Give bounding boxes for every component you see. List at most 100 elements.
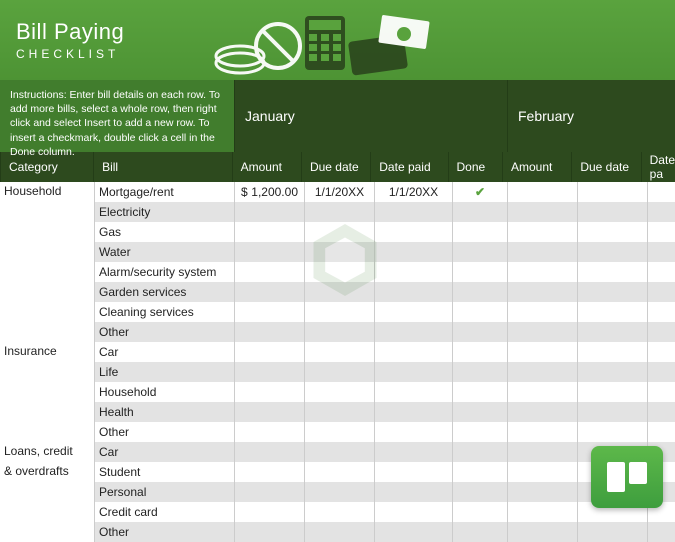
cell-done[interactable]: [452, 342, 507, 362]
cell-due-date-2[interactable]: [577, 242, 647, 262]
cell-done[interactable]: [452, 242, 507, 262]
cell-due-date-2[interactable]: [577, 422, 647, 442]
cell-date-paid-2[interactable]: [647, 262, 675, 282]
cell-amount-2[interactable]: [507, 462, 577, 482]
cell-done[interactable]: [452, 382, 507, 402]
cell-done[interactable]: [452, 522, 507, 542]
cell-amount-2[interactable]: [507, 402, 577, 422]
cell-amount[interactable]: [234, 502, 304, 522]
cell-done[interactable]: [452, 462, 507, 482]
cell-bill[interactable]: Health: [94, 402, 234, 422]
cell-done[interactable]: [452, 402, 507, 422]
cell-date-paid[interactable]: [374, 422, 452, 442]
cell-date-paid[interactable]: 1/1/20XX: [374, 182, 452, 202]
cell-amount[interactable]: [234, 202, 304, 222]
cell-date-paid-2[interactable]: [647, 182, 675, 202]
cell-amount-2[interactable]: [507, 182, 577, 202]
cell-category[interactable]: [0, 262, 94, 282]
cell-category[interactable]: [0, 222, 94, 242]
cell-amount[interactable]: [234, 342, 304, 362]
table-row[interactable]: Other: [0, 522, 675, 542]
cell-date-paid[interactable]: [374, 302, 452, 322]
cell-due-date-2[interactable]: [577, 302, 647, 322]
table-row[interactable]: Credit card: [0, 502, 675, 522]
cell-category[interactable]: Household: [0, 182, 94, 202]
cell-date-paid-2[interactable]: [647, 242, 675, 262]
table-row[interactable]: Life: [0, 362, 675, 382]
cell-category[interactable]: [0, 322, 94, 342]
cell-done[interactable]: [452, 502, 507, 522]
cell-category[interactable]: [0, 402, 94, 422]
cell-bill[interactable]: Gas: [94, 222, 234, 242]
cell-category[interactable]: [0, 502, 94, 522]
cell-due-date[interactable]: [304, 462, 374, 482]
cell-amount-2[interactable]: [507, 242, 577, 262]
cell-amount-2[interactable]: [507, 342, 577, 362]
cell-done[interactable]: [452, 222, 507, 242]
cell-category[interactable]: [0, 242, 94, 262]
cell-done[interactable]: [452, 262, 507, 282]
table-row[interactable]: Other: [0, 422, 675, 442]
cell-bill[interactable]: Other: [94, 422, 234, 442]
cell-amount[interactable]: [234, 422, 304, 442]
cell-category[interactable]: [0, 422, 94, 442]
cell-date-paid[interactable]: [374, 482, 452, 502]
cell-amount-2[interactable]: [507, 262, 577, 282]
cell-done[interactable]: [452, 202, 507, 222]
cell-bill[interactable]: Student: [94, 462, 234, 482]
cell-date-paid-2[interactable]: [647, 422, 675, 442]
table-row[interactable]: InsuranceCar: [0, 342, 675, 362]
cell-bill[interactable]: Electricity: [94, 202, 234, 222]
cell-category[interactable]: [0, 202, 94, 222]
cell-due-date-2[interactable]: [577, 262, 647, 282]
cell-done[interactable]: [452, 422, 507, 442]
cell-due-date[interactable]: [304, 502, 374, 522]
cell-amount[interactable]: [234, 522, 304, 542]
cell-amount-2[interactable]: [507, 362, 577, 382]
cell-amount-2[interactable]: [507, 282, 577, 302]
cell-due-date-2[interactable]: [577, 362, 647, 382]
cell-category[interactable]: & overdrafts: [0, 462, 94, 482]
cell-amount[interactable]: [234, 402, 304, 422]
cell-done[interactable]: [452, 322, 507, 342]
cell-due-date-2[interactable]: [577, 342, 647, 362]
table-row[interactable]: Cleaning services: [0, 302, 675, 322]
cell-date-paid-2[interactable]: [647, 202, 675, 222]
cell-due-date-2[interactable]: [577, 402, 647, 422]
cell-date-paid-2[interactable]: [647, 282, 675, 302]
cell-date-paid-2[interactable]: [647, 522, 675, 542]
cell-bill[interactable]: Personal: [94, 482, 234, 502]
cell-bill[interactable]: Life: [94, 362, 234, 382]
table-row[interactable]: HouseholdMortgage/rent$1,200.001/1/20XX1…: [0, 182, 675, 202]
cell-amount[interactable]: [234, 442, 304, 462]
cell-amount[interactable]: [234, 222, 304, 242]
cell-date-paid[interactable]: [374, 342, 452, 362]
cell-amount-2[interactable]: [507, 522, 577, 542]
cell-due-date-2[interactable]: [577, 322, 647, 342]
cell-amount[interactable]: [234, 382, 304, 402]
cell-amount[interactable]: [234, 362, 304, 382]
cell-category[interactable]: [0, 482, 94, 502]
cell-category[interactable]: [0, 382, 94, 402]
cell-amount-2[interactable]: [507, 482, 577, 502]
cell-done[interactable]: [452, 442, 507, 462]
cell-bill[interactable]: Cleaning services: [94, 302, 234, 322]
cell-bill[interactable]: Other: [94, 322, 234, 342]
cell-bill[interactable]: Alarm/security system: [94, 262, 234, 282]
cell-bill[interactable]: Garden services: [94, 282, 234, 302]
cell-amount-2[interactable]: [507, 422, 577, 442]
cell-due-date-2[interactable]: [577, 282, 647, 302]
cell-amount[interactable]: [234, 282, 304, 302]
cell-date-paid[interactable]: [374, 502, 452, 522]
table-row[interactable]: Other: [0, 322, 675, 342]
cell-due-date[interactable]: [304, 482, 374, 502]
cell-due-date-2[interactable]: [577, 382, 647, 402]
cell-category[interactable]: [0, 522, 94, 542]
cell-date-paid[interactable]: [374, 402, 452, 422]
cell-amount[interactable]: [234, 322, 304, 342]
cell-done[interactable]: [452, 282, 507, 302]
cell-due-date[interactable]: [304, 302, 374, 322]
cell-amount-2[interactable]: [507, 382, 577, 402]
cell-date-paid-2[interactable]: [647, 382, 675, 402]
cell-date-paid-2[interactable]: [647, 322, 675, 342]
